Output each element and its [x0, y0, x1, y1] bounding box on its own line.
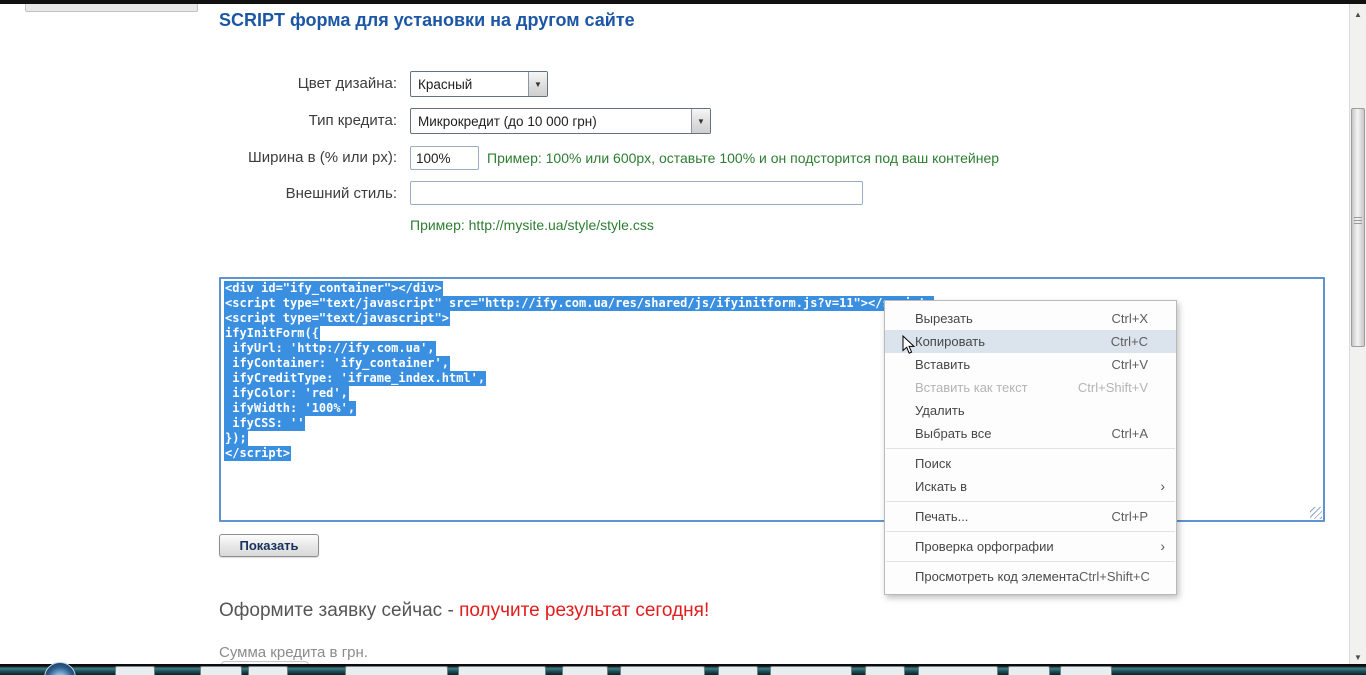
context-menu-item-paste-as-text: Вставить как текст Ctrl+Shift+V	[885, 376, 1176, 399]
width-hint: Пример: 100% или 600px, оставьте 100% и …	[487, 150, 999, 166]
embed-code-selected-text: <div id="ify_container"></div> <script t…	[224, 281, 934, 461]
resize-grip-icon[interactable]	[1310, 507, 1322, 519]
design-color-value: Красный	[411, 77, 528, 92]
menu-separator	[886, 448, 1175, 449]
submenu-arrow-icon: ›	[1160, 478, 1165, 494]
code-line: ifyWidth: '100%',	[224, 401, 356, 416]
taskbar-button[interactable]	[918, 666, 998, 675]
context-menu-item-copy[interactable]: Копировать Ctrl+C	[885, 330, 1176, 353]
scroll-up-icon[interactable]: ▲	[1350, 6, 1366, 22]
taskbar-button[interactable]	[115, 666, 155, 675]
chevron-down-icon[interactable]: ▼	[691, 109, 710, 133]
taskbar-button[interactable]	[1060, 666, 1112, 675]
mouse-cursor-icon	[902, 335, 916, 355]
context-menu-item-search[interactable]: Поиск	[885, 452, 1176, 475]
menu-separator	[886, 531, 1175, 532]
scroll-down-icon[interactable]: ▼	[1350, 649, 1366, 665]
design-color-select[interactable]: Красный ▼	[410, 71, 548, 97]
cta-red-text: получите результат сегодня!	[459, 600, 709, 621]
context-menu-item-print[interactable]: Печать... Ctrl+P	[885, 505, 1176, 528]
code-line: </script>	[224, 446, 291, 461]
taskbar-button[interactable]	[865, 666, 905, 675]
taskbar-button[interactable]	[562, 666, 608, 675]
credit-type-select[interactable]: Микрокредит (до 10 000 грн) ▼	[410, 108, 711, 134]
scrollbar-thumb[interactable]	[1351, 108, 1365, 347]
context-menu: Вырезать Ctrl+X Копировать Ctrl+C Встави…	[884, 300, 1177, 595]
code-line: ifyCreditType: 'iframe_index.html',	[224, 371, 486, 386]
scrollbar-grip-icon	[1354, 217, 1362, 224]
taskbar-button[interactable]	[248, 666, 288, 675]
screen: SCRIPT форма для установки на другом сай…	[0, 0, 1366, 675]
taskbar-button[interactable]	[458, 666, 546, 675]
taskbar-button[interactable]	[718, 666, 758, 675]
submenu-arrow-icon: ›	[1160, 538, 1165, 554]
code-line: <script type="text/javascript" src="http…	[224, 296, 934, 311]
code-line: ifyColor: 'red',	[224, 386, 349, 401]
window-top-edge	[0, 0, 1366, 4]
code-line: ifyUrl: 'http://ify.com.ua',	[224, 341, 436, 356]
menu-separator	[886, 501, 1175, 502]
context-menu-item-cut[interactable]: Вырезать Ctrl+X	[885, 307, 1176, 330]
credit-sum-label: Сумма кредита в грн.	[219, 644, 368, 661]
cta-gray-text: Оформите заявку сейчас -	[219, 600, 459, 621]
context-menu-item-inspect[interactable]: Просмотреть код элемента Ctrl+Shift+C	[885, 565, 1176, 588]
context-menu-item-select-all[interactable]: Выбрать все Ctrl+A	[885, 422, 1176, 445]
code-line: <script type="text/javascript">	[224, 311, 450, 326]
width-input[interactable]	[410, 146, 479, 170]
cta-heading: Оформите заявку сейчас - получите резуль…	[219, 600, 709, 622]
taskbar-button[interactable]	[620, 666, 705, 675]
browser-tab-remnant[interactable]	[25, 4, 198, 12]
code-line: ifyContainer: 'ify_container',	[224, 356, 450, 371]
context-menu-item-delete[interactable]: Удалить	[885, 399, 1176, 422]
code-line: ifyInitForm({	[224, 326, 320, 341]
external-style-input[interactable]	[410, 181, 863, 205]
chevron-down-icon[interactable]: ▼	[528, 72, 547, 96]
style-example-hint: Пример: http://mysite.ua/style/style.css	[410, 217, 654, 233]
code-line: });	[224, 431, 248, 446]
credit-type-label: Тип кредита:	[219, 108, 397, 134]
design-color-label: Цвет дизайна:	[219, 71, 397, 97]
code-line: ifyCSS: ''	[224, 416, 305, 431]
credit-type-value: Микрокредит (до 10 000 грн)	[411, 114, 691, 129]
context-menu-item-search-in[interactable]: Искать в ›	[885, 475, 1176, 498]
show-button[interactable]: Показать	[219, 534, 319, 557]
vertical-scrollbar[interactable]: ▲ ▼	[1349, 4, 1366, 667]
menu-separator	[886, 561, 1175, 562]
code-line: <div id="ify_container"></div>	[224, 281, 443, 296]
taskbar-button[interactable]	[200, 666, 242, 675]
taskbar-button[interactable]	[770, 666, 852, 675]
taskbar-button[interactable]	[345, 666, 448, 675]
external-style-label: Внешний стиль:	[219, 181, 397, 207]
context-menu-item-spellcheck[interactable]: Проверка орфографии ›	[885, 535, 1176, 558]
context-menu-item-paste[interactable]: Вставить Ctrl+V	[885, 353, 1176, 376]
width-label: Ширина в (% или px):	[219, 145, 397, 171]
taskbar	[0, 664, 1366, 675]
page-title: SCRIPT форма для установки на другом сай…	[219, 10, 635, 31]
taskbar-button[interactable]	[1008, 666, 1050, 675]
